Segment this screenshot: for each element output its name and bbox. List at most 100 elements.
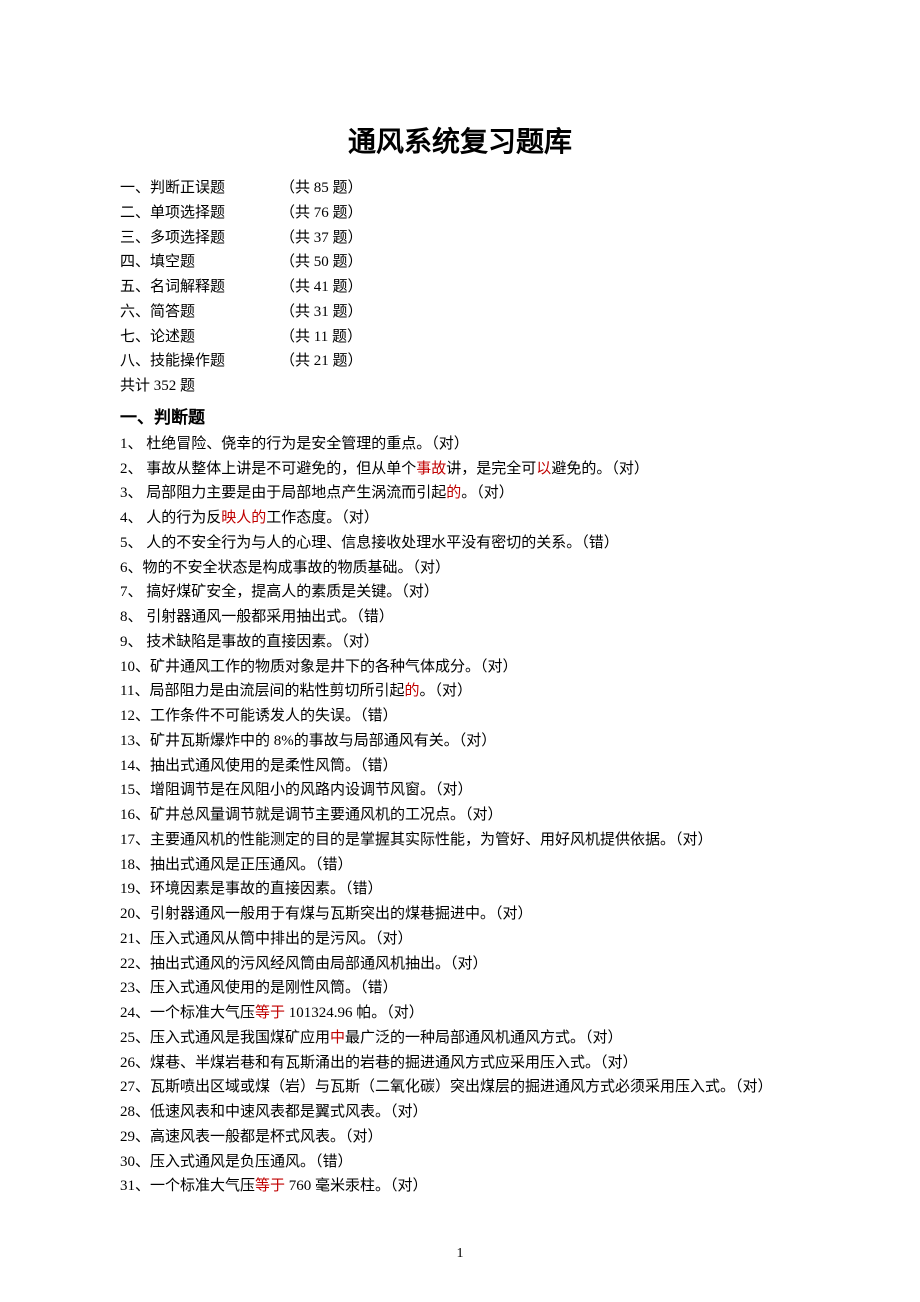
highlight-text: 中	[330, 1030, 345, 1046]
question-item: 28、低速风表和中速风表都是翼式风表。（对）	[120, 1100, 800, 1125]
question-item: 17、主要通风机的性能测定的目的是掌握其实际性能，为管好、用好风机提供依据。（对…	[120, 828, 800, 853]
question-text: 25、压入式通风是我国煤矿应用	[120, 1030, 330, 1046]
question-item: 27、瓦斯喷出区域或煤（岩）与瓦斯（二氧化碳）突出煤层的掘进通风方式必须采用压入…	[120, 1075, 800, 1100]
toc-label: 七、论述题	[120, 325, 280, 350]
question-item: 5、 人的不安全行为与人的心理、信息接收处理水平没有密切的关系。（错）	[120, 531, 800, 556]
question-item: 7、 搞好煤矿安全，提高人的素质是关键。（对）	[120, 580, 800, 605]
question-text: 工作态度。（对）	[266, 510, 379, 526]
total-count: 共计 352 题	[120, 374, 800, 399]
question-item: 22、抽出式通风的污风经风筒由局部通风机抽出。（对）	[120, 952, 800, 977]
toc-row: 五、名词解释题（共 41 题）	[120, 275, 800, 300]
question-text: 17、主要通风机的性能测定的目的是掌握其实际性能，为管好、用好风机提供依据。（对…	[120, 832, 713, 848]
question-item: 29、高速风表一般都是杯式风表。（对）	[120, 1125, 800, 1150]
question-text: 12、工作条件不可能诱发人的失误。（错）	[120, 708, 398, 724]
question-item: 6、物的不安全状态是构成事故的物质基础。（对）	[120, 556, 800, 581]
toc-count: （共 85 题）	[280, 176, 363, 201]
toc-count: （共 31 题）	[280, 300, 363, 325]
question-text: 760 毫米汞柱。（对）	[285, 1178, 428, 1194]
question-text: 最广泛的一种局部通风机通风方式。（对）	[345, 1030, 623, 1046]
question-text: 1、 杜绝冒险、侥幸的行为是安全管理的重点。（对）	[120, 436, 469, 452]
question-text: 24、一个标准大气压	[120, 1005, 255, 1021]
toc-row: 七、论述题（共 11 题）	[120, 325, 800, 350]
question-text: 31、一个标准大气压	[120, 1178, 255, 1194]
question-text: 14、抽出式通风使用的是柔性风筒。（错）	[120, 758, 398, 774]
question-text: 。（对）	[419, 683, 472, 699]
question-text: 讲，是完全可	[446, 461, 536, 477]
question-text: 29、高速风表一般都是杯式风表。（对）	[120, 1129, 383, 1145]
question-item: 4、 人的行为反映人的工作态度。（对）	[120, 506, 800, 531]
question-item: 9、 技术缺陷是事故的直接因素。（对）	[120, 630, 800, 655]
highlight-text: 等于	[255, 1178, 285, 1194]
toc-count: （共 37 题）	[280, 226, 363, 251]
question-text: 。（对）	[461, 485, 514, 501]
question-item: 2、 事故从整体上讲是不可避免的，但从单个事故讲，是完全可以避免的。（对）	[120, 457, 800, 482]
question-text: 13、矿井瓦斯爆炸中的 8%的事故与局部通风有关。（对）	[120, 733, 496, 749]
toc-row: 一、判断正误题（共 85 题）	[120, 176, 800, 201]
question-item: 3、 局部阻力主要是由于局部地点产生涡流而引起的。（对）	[120, 481, 800, 506]
question-text: 19、环境因素是事故的直接因素。（错）	[120, 881, 383, 897]
question-text: 15、增阻调节是在风阻小的风路内设调节风窗。（对）	[120, 782, 473, 798]
toc-row: 三、多项选择题（共 37 题）	[120, 226, 800, 251]
question-item: 20、引射器通风一般用于有煤与瓦斯突出的煤巷掘进中。（对）	[120, 902, 800, 927]
toc-label: 三、多项选择题	[120, 226, 280, 251]
question-text: 3、 局部阻力主要是由于局部地点产生涡流而引起	[120, 485, 446, 501]
question-text: 11、局部阻力是由流层间的粘性剪切所引起	[120, 683, 404, 699]
question-text: 5、 人的不安全行为与人的心理、信息接收处理水平没有密切的关系。（错）	[120, 535, 619, 551]
toc-count: （共 41 题）	[280, 275, 363, 300]
question-text: 21、压入式通风从筒中排出的是污风。（对）	[120, 931, 413, 947]
question-item: 30、压入式通风是负压通风。（错）	[120, 1150, 800, 1175]
toc-label: 一、判断正误题	[120, 176, 280, 201]
question-item: 12、工作条件不可能诱发人的失误。（错）	[120, 704, 800, 729]
section-heading: 一、判断题	[120, 403, 800, 428]
question-item: 8、 引射器通风一般都采用抽出式。（错）	[120, 605, 800, 630]
question-text: 避免的。（对）	[551, 461, 649, 477]
document-title: 通风系统复习题库	[120, 120, 800, 160]
question-item: 14、抽出式通风使用的是柔性风筒。（错）	[120, 754, 800, 779]
question-text: 23、压入式通风使用的是刚性风筒。（错）	[120, 980, 398, 996]
highlight-text: 的	[404, 683, 419, 699]
question-item: 10、矿井通风工作的物质对象是井下的各种气体成分。（对）	[120, 655, 800, 680]
toc-row: 二、单项选择题（共 76 题）	[120, 201, 800, 226]
question-text: 28、低速风表和中速风表都是翼式风表。（对）	[120, 1104, 428, 1120]
toc-label: 四、填空题	[120, 250, 280, 275]
question-item: 16、矿井总风量调节就是调节主要通风机的工况点。（对）	[120, 803, 800, 828]
question-text: 20、引射器通风一般用于有煤与瓦斯突出的煤巷掘进中。（对）	[120, 906, 533, 922]
toc-row: 六、简答题（共 31 题）	[120, 300, 800, 325]
question-item: 11、局部阻力是由流层间的粘性剪切所引起的。（对）	[120, 679, 800, 704]
toc-count: （共 21 题）	[280, 349, 363, 374]
question-item: 15、增阻调节是在风阻小的风路内设调节风窗。（对）	[120, 778, 800, 803]
page-number: 1	[0, 1246, 920, 1262]
question-item: 13、矿井瓦斯爆炸中的 8%的事故与局部通风有关。（对）	[120, 729, 800, 754]
toc-label: 六、简答题	[120, 300, 280, 325]
question-item: 23、压入式通风使用的是刚性风筒。（错）	[120, 976, 800, 1001]
question-text: 26、煤巷、半煤岩巷和有瓦斯涌出的岩巷的掘进通风方式应采用压入式。（对）	[120, 1055, 638, 1071]
toc-label: 二、单项选择题	[120, 201, 280, 226]
question-text: 9、 技术缺陷是事故的直接因素。（对）	[120, 634, 379, 650]
toc-label: 五、名词解释题	[120, 275, 280, 300]
toc-count: （共 76 题）	[280, 201, 363, 226]
toc-count: （共 50 题）	[280, 250, 363, 275]
question-item: 21、压入式通风从筒中排出的是污风。（对）	[120, 927, 800, 952]
question-text: 22、抽出式通风的污风经风筒由局部通风机抽出。（对）	[120, 956, 488, 972]
table-of-contents: 一、判断正误题（共 85 题）二、单项选择题（共 76 题）三、多项选择题（共 …	[120, 176, 800, 374]
question-text: 7、 搞好煤矿安全，提高人的素质是关键。（对）	[120, 584, 439, 600]
question-text: 2、 事故从整体上讲是不可避免的，但从单个	[120, 461, 416, 477]
toc-row: 四、填空题（共 50 题）	[120, 250, 800, 275]
question-text: 16、矿井总风量调节就是调节主要通风机的工况点。（对）	[120, 807, 503, 823]
highlight-text: 的	[446, 485, 461, 501]
toc-row: 八、技能操作题（共 21 题）	[120, 349, 800, 374]
question-text: 30、压入式通风是负压通风。（错）	[120, 1154, 353, 1170]
question-text: 6、物的不安全状态是构成事故的物质基础。（对）	[120, 560, 450, 576]
question-text: 8、 引射器通风一般都采用抽出式。（错）	[120, 609, 394, 625]
question-item: 24、一个标准大气压等于 101324.96 帕。（对）	[120, 1001, 800, 1026]
question-item: 31、一个标准大气压等于 760 毫米汞柱。（对）	[120, 1174, 800, 1199]
toc-label: 八、技能操作题	[120, 349, 280, 374]
question-list: 1、 杜绝冒险、侥幸的行为是安全管理的重点。（对） 2、 事故从整体上讲是不可避免…	[120, 432, 800, 1199]
question-text: 18、抽出式通风是正压通风。（错）	[120, 857, 353, 873]
question-item: 26、煤巷、半煤岩巷和有瓦斯涌出的岩巷的掘进通风方式应采用压入式。（对）	[120, 1051, 800, 1076]
question-item: 18、抽出式通风是正压通风。（错）	[120, 853, 800, 878]
highlight-text: 映人的	[221, 510, 266, 526]
toc-count: （共 11 题）	[280, 325, 362, 350]
question-item: 19、环境因素是事故的直接因素。（错）	[120, 877, 800, 902]
highlight-text: 以	[536, 461, 551, 477]
